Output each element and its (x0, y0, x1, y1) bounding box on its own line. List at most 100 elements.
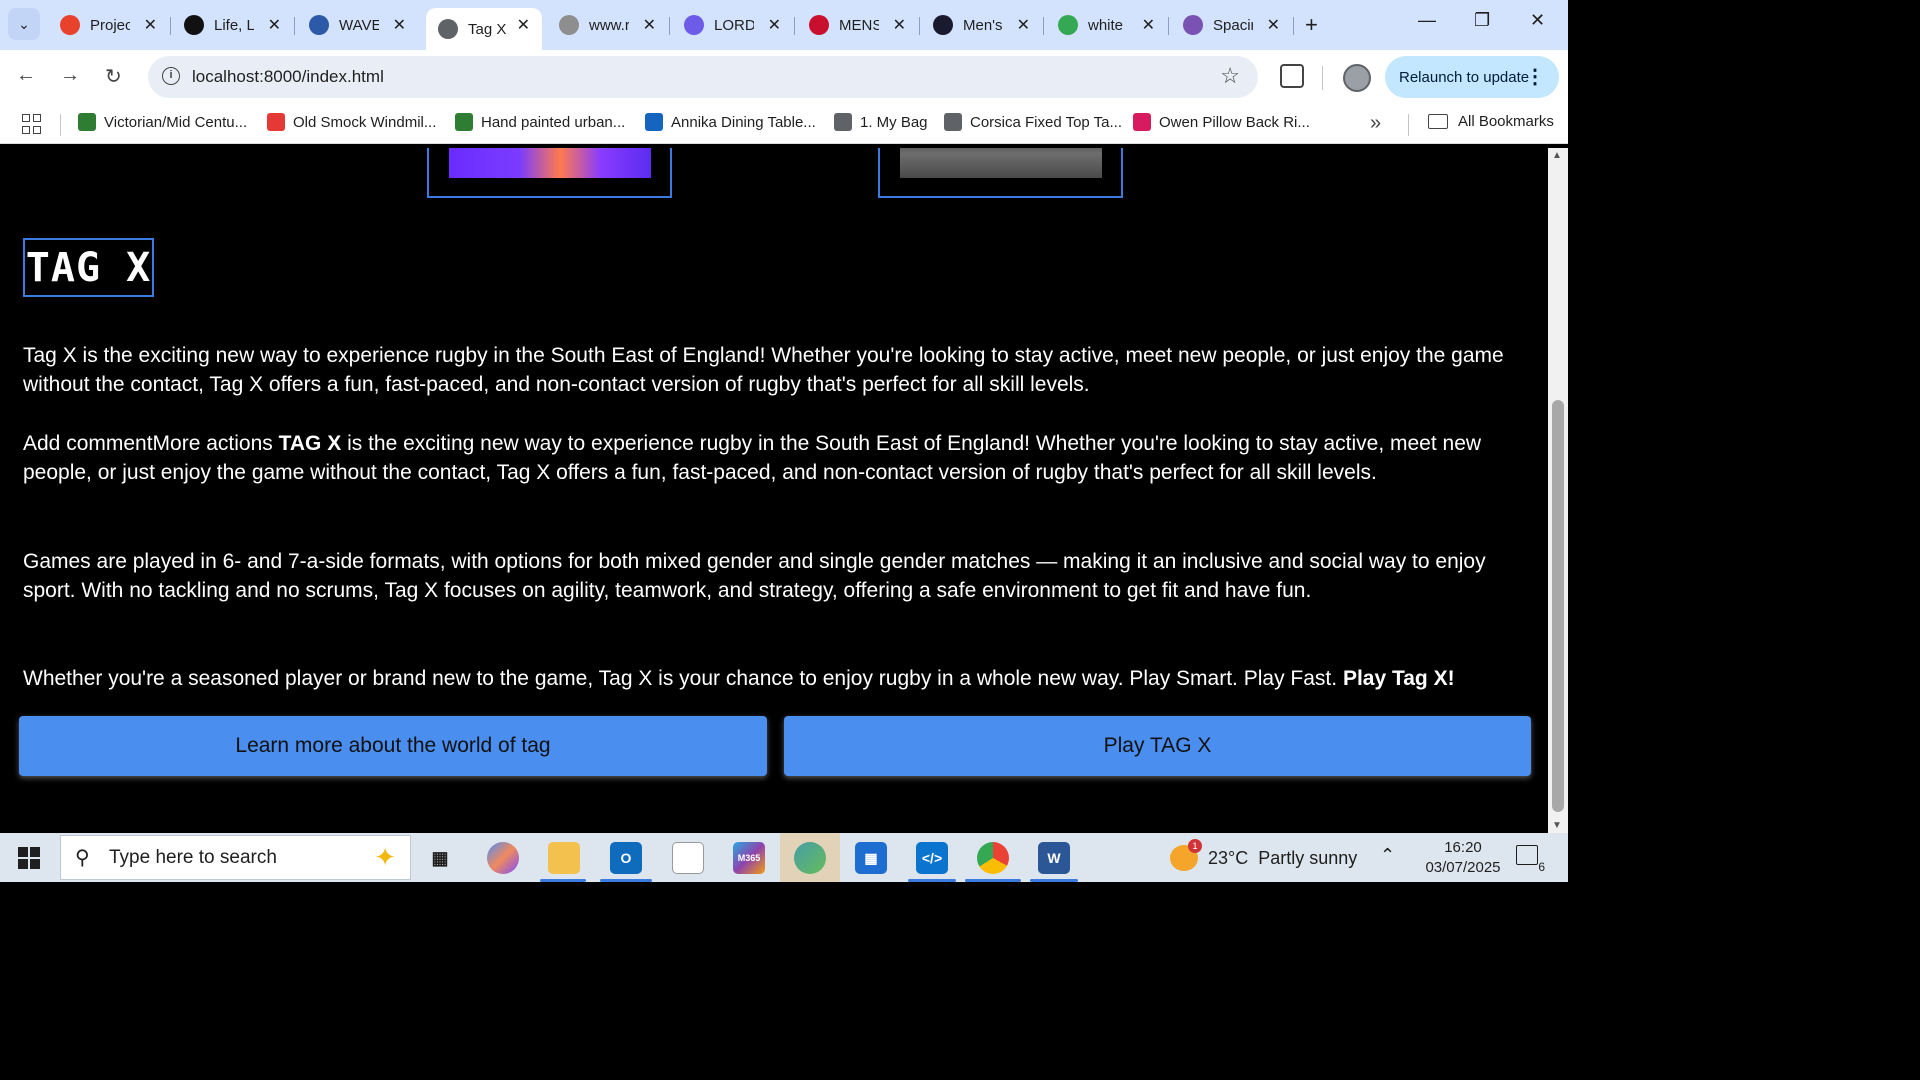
bootstrap-icon (1183, 15, 1203, 35)
restore-button[interactable]: ❐ (1474, 10, 1490, 31)
bookmark-star-icon[interactable]: ☆ (1220, 63, 1240, 89)
browser-tab[interactable]: white ✕ (1046, 8, 1169, 42)
close-tab-icon[interactable]: ✕ (144, 15, 157, 35)
google-lens-icon (1058, 15, 1078, 35)
new-tab-button[interactable]: + (1305, 12, 1318, 38)
scroll-down-icon[interactable]: ▼ (1552, 820, 1562, 831)
notepad-icon[interactable] (672, 842, 704, 874)
play-tag-x-button[interactable]: Play TAG X (784, 716, 1531, 776)
microsoft-store-icon[interactable]: ▦ (855, 842, 887, 874)
outlook-icon[interactable]: O (610, 842, 642, 874)
close-tab-icon[interactable]: ✕ (893, 15, 906, 35)
scrollbar-thumb[interactable] (1552, 400, 1564, 812)
notification-center-icon[interactable]: 6 (1516, 845, 1545, 874)
browser-tab[interactable]: Projec ✕ (48, 8, 171, 42)
bookmark-item[interactable]: Hand painted urban... (455, 113, 625, 131)
bookmark-favicon-icon (944, 113, 962, 131)
formats-paragraph: Games are played in 6- and 7-a-side form… (23, 550, 1486, 602)
menu-dots-icon[interactable]: ⋮ (1525, 64, 1545, 89)
closing-paragraph: Whether you're a seasoned player or bran… (23, 664, 1533, 693)
site-info-icon[interactable]: i (162, 67, 180, 85)
running-indicator (908, 879, 956, 882)
browser-tab[interactable]: LORD ✕ (672, 8, 795, 42)
extensions-icon[interactable] (1280, 64, 1304, 88)
bookmark-item[interactable]: Old Smock Windmil... (267, 113, 436, 131)
learn-more-button[interactable]: Learn more about the world of tag (19, 716, 767, 776)
vscode-icon[interactable]: </> (916, 842, 948, 874)
all-bookmarks-button[interactable]: All Bookmarks (1428, 113, 1554, 130)
gallery-image-frame[interactable] (878, 148, 1123, 198)
bookmark-item[interactable]: Owen Pillow Back Ri... (1133, 113, 1310, 131)
running-indicator (600, 879, 652, 882)
more-bookmarks-icon[interactable]: » (1370, 112, 1381, 135)
bookmark-label: Hand painted urban... (481, 113, 626, 131)
back-button[interactable]: ← (16, 64, 36, 87)
url-text[interactable]: localhost:8000/index.html (192, 67, 384, 87)
opera-icon (60, 15, 80, 35)
close-tab-icon[interactable]: ✕ (1017, 15, 1030, 35)
browser-tab[interactable]: MENS ✕ (797, 8, 920, 42)
browser-tab[interactable]: Tag X ✕ (426, 8, 542, 50)
close-tab-icon[interactable]: ✕ (393, 15, 406, 35)
page-title: TAG X (23, 238, 154, 297)
browser-tab[interactable]: Men's ✕ (921, 8, 1044, 42)
bookmark-label: Corsica Fixed Top Ta... (970, 113, 1123, 131)
tab-separator (294, 17, 295, 35)
address-bar[interactable]: i localhost:8000/index.html ☆ (148, 56, 1258, 98)
close-tab-icon[interactable]: ✕ (1142, 15, 1155, 35)
word-icon[interactable]: W (1038, 842, 1070, 874)
profile-avatar[interactable] (1343, 64, 1371, 92)
copilot-icon[interactable] (487, 842, 519, 874)
close-tab-icon[interactable]: ✕ (1267, 15, 1280, 35)
tab-title: Spacin (1213, 16, 1253, 34)
task-view-icon[interactable]: ▦ (424, 842, 456, 874)
relaunch-button[interactable]: Relaunch to update ⋮ (1385, 56, 1559, 98)
reload-button[interactable]: ↻ (105, 64, 122, 89)
close-tab-icon[interactable]: ✕ (268, 15, 281, 35)
running-indicator (1030, 879, 1078, 882)
bookmark-item[interactable]: Annika Dining Table... (645, 113, 816, 131)
browser-tab[interactable]: www.r ✕ (547, 8, 670, 42)
bookmark-item[interactable]: Corsica Fixed Top Ta... (944, 113, 1122, 131)
system-tray-chevron-icon[interactable]: ⌃ (1380, 845, 1395, 866)
close-window-button[interactable]: ✕ (1530, 10, 1545, 31)
close-tab-icon[interactable]: ✕ (517, 15, 530, 35)
bookmark-favicon-icon (645, 113, 663, 131)
minimize-button[interactable]: — (1418, 10, 1436, 31)
tab-separator (669, 17, 670, 35)
bookmarks-bar: Victorian/Mid Centu... Old Smock Windmil.… (0, 104, 1568, 144)
taskbar-search-box[interactable]: ⚲ Type here to search ✦ (60, 835, 411, 880)
gallery-image (900, 148, 1102, 178)
tab-search-button[interactable]: ⌄ (8, 8, 40, 40)
apps-grid-icon[interactable] (22, 114, 42, 134)
bookmark-item[interactable]: 1. My Bag (834, 113, 928, 131)
scroll-up-icon[interactable]: ▲ (1552, 150, 1562, 161)
bookmark-label: Annika Dining Table... (671, 113, 816, 131)
close-tab-icon[interactable]: ✕ (643, 15, 656, 35)
page-scrollbar[interactable]: ▲ ▼ (1548, 148, 1568, 833)
forward-button[interactable]: → (60, 64, 80, 87)
taskbar-clock[interactable]: 16:20 03/07/2025 (1418, 838, 1508, 878)
file-explorer-icon[interactable] (548, 842, 580, 874)
tab-title: MENS (839, 16, 879, 34)
browser-tab[interactable]: Life, L ✕ (172, 8, 295, 42)
close-tab-icon[interactable]: ✕ (768, 15, 781, 35)
browser-tab[interactable]: WAVE ✕ (297, 8, 418, 42)
tab-title: Men's (963, 16, 1003, 34)
tab-strip: ⌄ Projec ✕ Life, L ✕ WAVE ✕ Tag X ✕ www.r ✕ LORD ✕ M… (0, 0, 1568, 50)
windows-start-icon[interactable] (18, 847, 40, 869)
browser-tab[interactable]: Spacin ✕ (1171, 8, 1294, 42)
active-app-highlight (780, 833, 840, 882)
bookmark-label: Victorian/Mid Centu... (104, 113, 248, 131)
bookmark-favicon-icon (834, 113, 852, 131)
weather-text: 23°C Partly sunny (1208, 847, 1358, 868)
bookmark-item[interactable]: Victorian/Mid Centu... (78, 113, 247, 131)
bookmark-favicon-icon (267, 113, 285, 131)
printer-icon (684, 15, 704, 35)
ct-icon (933, 15, 953, 35)
microsoft-365-icon[interactable]: M365 (733, 842, 765, 874)
chrome-icon[interactable] (977, 842, 1009, 874)
gallery-image-frame[interactable] (427, 148, 672, 198)
folder-icon (1428, 114, 1448, 129)
weather-widget[interactable]: 1 23°C Partly sunny (1170, 839, 1358, 871)
